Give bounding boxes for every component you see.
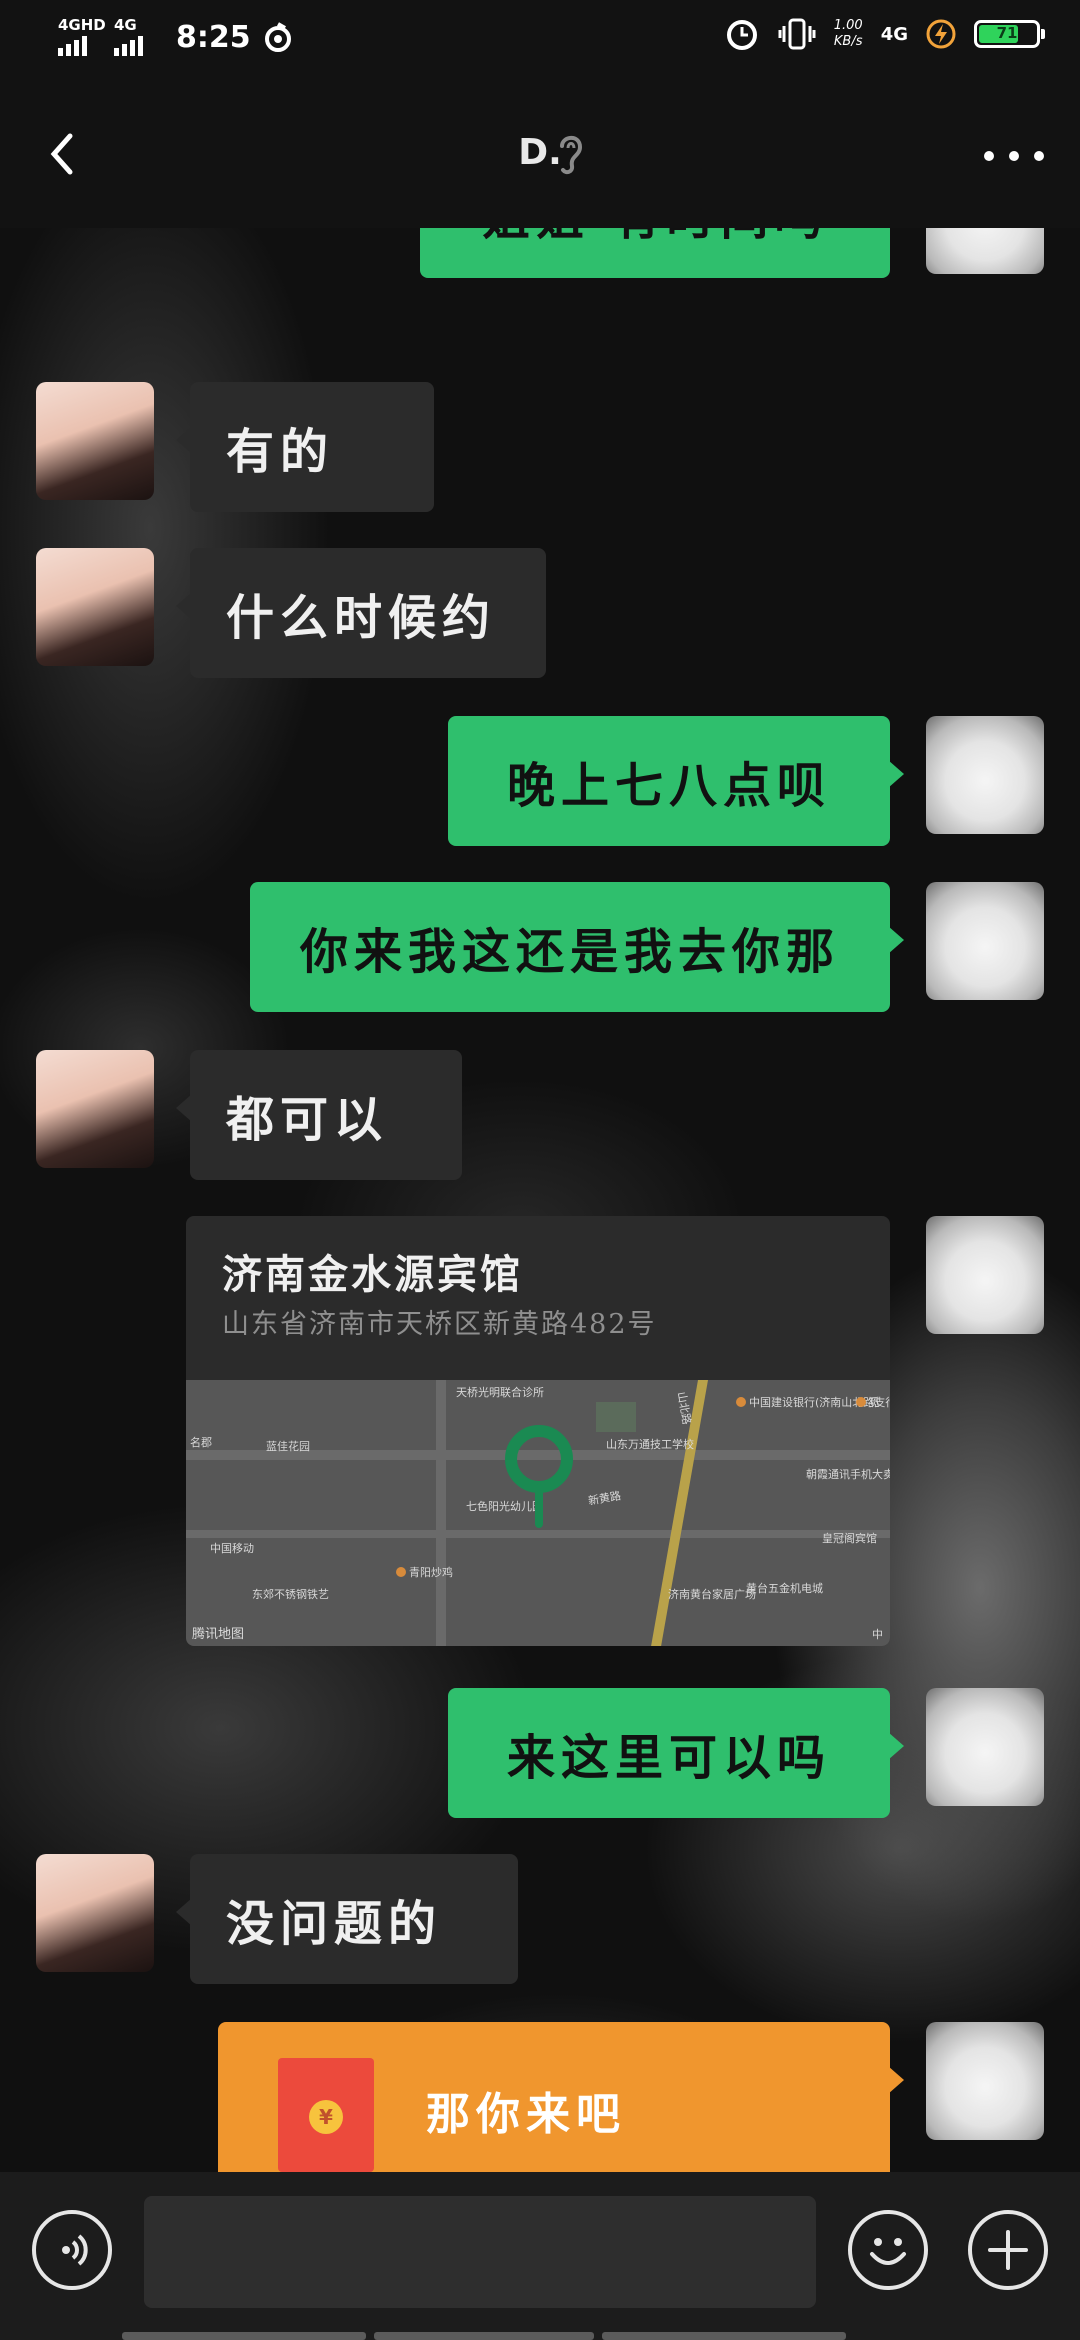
message-bubble[interactable]: 来这里可以吗 — [448, 1688, 904, 1818]
keyboard-strip — [0, 2332, 1080, 2340]
map-label: 青阳炒鸡 — [396, 1564, 453, 1580]
signal-strength-2: 4G — [114, 14, 160, 60]
plus-icon — [988, 2230, 1028, 2270]
message-bubble[interactable]: 你来我这还是我去你那 — [250, 882, 904, 1012]
network-speed: 1.00 KB/s — [834, 18, 863, 50]
message-bubble[interactable]: 都可以 — [176, 1050, 462, 1180]
vibrate-icon — [778, 18, 816, 50]
signal-label-1: 4GHD — [58, 16, 106, 34]
my-avatar[interactable] — [926, 716, 1044, 834]
map-label: 中 — [872, 1628, 883, 1641]
map-label: 名郡 — [190, 1436, 212, 1449]
location-name: 济南金水源宾馆 — [222, 1251, 523, 1298]
message-bubble[interactable]: 姐姐 有时间吗 — [420, 228, 890, 278]
message-bubble[interactable]: 晚上七八点呗 — [448, 716, 904, 846]
map-label-text: 青阳炒鸡 — [409, 1566, 453, 1579]
message-bubble[interactable]: 没问题的 — [176, 1854, 518, 1984]
emoji-button[interactable] — [848, 2210, 928, 2290]
status-bar: 4GHD 4G 8:25 1.00 KB/s 4G 71 — [0, 0, 1080, 80]
chat-title: D. — [518, 132, 562, 173]
location-card[interactable]: 济南金水源宾馆 山东省济南市天桥区新黄路482号 天桥光明联合诊所 山北路 中国… — [186, 1216, 890, 1646]
battery-label: 71 — [996, 24, 1018, 42]
message-bubble[interactable]: 什么时候约 — [176, 548, 546, 678]
contact-avatar[interactable] — [36, 1854, 154, 1972]
emoji-icon — [870, 2238, 906, 2265]
map-label: 蓝佳花园 — [266, 1440, 310, 1453]
red-packet-icon: ¥ — [278, 2058, 374, 2172]
map-label: 中国移动 — [210, 1542, 254, 1555]
clock: 8:25 — [176, 19, 251, 55]
sync-icon — [264, 22, 291, 52]
map-label: 新黄路 — [587, 1489, 622, 1508]
map-label: 济南黄台家居广场 — [668, 1588, 756, 1601]
more-button[interactable] — [984, 136, 1044, 176]
network-speed-unit: KB/s — [833, 34, 863, 49]
coin-icon: ¥ — [309, 2100, 343, 2134]
nav-bar: D. — [0, 80, 1080, 228]
map-label: 山东万通技工学校 — [606, 1438, 694, 1451]
contact-avatar[interactable] — [36, 382, 154, 500]
map-pin-icon — [505, 1425, 573, 1528]
location-address: 山东省济南市天桥区新黄路482号 — [222, 1309, 657, 1340]
map-label-text: 觅 — [869, 1396, 880, 1409]
map-label: 天桥光明联合诊所 — [456, 1386, 544, 1399]
my-avatar[interactable] — [926, 2022, 1044, 2140]
network-speed-value: 1.00 — [833, 18, 863, 33]
voice-button[interactable] — [32, 2210, 112, 2290]
battery-indicator: 71 — [974, 20, 1045, 48]
voice-icon — [62, 2234, 88, 2266]
input-bar — [0, 2172, 1080, 2340]
map-label: 东郊不锈钢铁艺 — [252, 1588, 329, 1601]
my-avatar[interactable] — [926, 1688, 1044, 1806]
red-packet-message: 那你来吧 — [426, 2089, 626, 2140]
map-label: 皇冠阁宾馆 — [822, 1532, 877, 1545]
contact-avatar[interactable] — [36, 1050, 154, 1168]
message-input[interactable] — [144, 2196, 816, 2308]
charging-icon — [926, 19, 956, 49]
contact-avatar[interactable] — [36, 548, 154, 666]
red-packet-card[interactable]: ¥ 那你来吧 — [218, 2022, 904, 2172]
earpiece-mode-icon — [560, 135, 583, 175]
alarm-icon — [726, 20, 757, 50]
more-dots-icon — [984, 151, 994, 161]
my-avatar[interactable] — [926, 228, 1044, 274]
signal-label-2: 4G — [114, 16, 137, 34]
my-avatar[interactable] — [926, 882, 1044, 1000]
map-label: 黄台五金机电城 — [746, 1582, 823, 1595]
my-avatar[interactable] — [926, 1216, 1044, 1334]
network-type: 4G — [880, 23, 908, 45]
signal-strength-1: 4GHD — [58, 14, 106, 60]
message-list[interactable]: 姐姐 有时间吗 有的 什么时候约 晚上七八点呗 你来我这还是我去你那 都可以 济… — [0, 228, 1080, 2172]
plus-button[interactable] — [968, 2210, 1048, 2290]
map-label: 觅 — [856, 1394, 880, 1410]
map-label: 朝霞通讯手机大卖场 — [806, 1468, 890, 1481]
location-map[interactable]: 天桥光明联合诊所 山北路 中国建设银行(济南山北路支行) 觅 名郡 蓝佳花园 山… — [186, 1380, 890, 1646]
map-label: 山北路 — [674, 1390, 694, 1426]
map-brand: 腾讯地图 — [192, 1627, 245, 1642]
message-bubble[interactable]: 有的 — [176, 382, 434, 512]
